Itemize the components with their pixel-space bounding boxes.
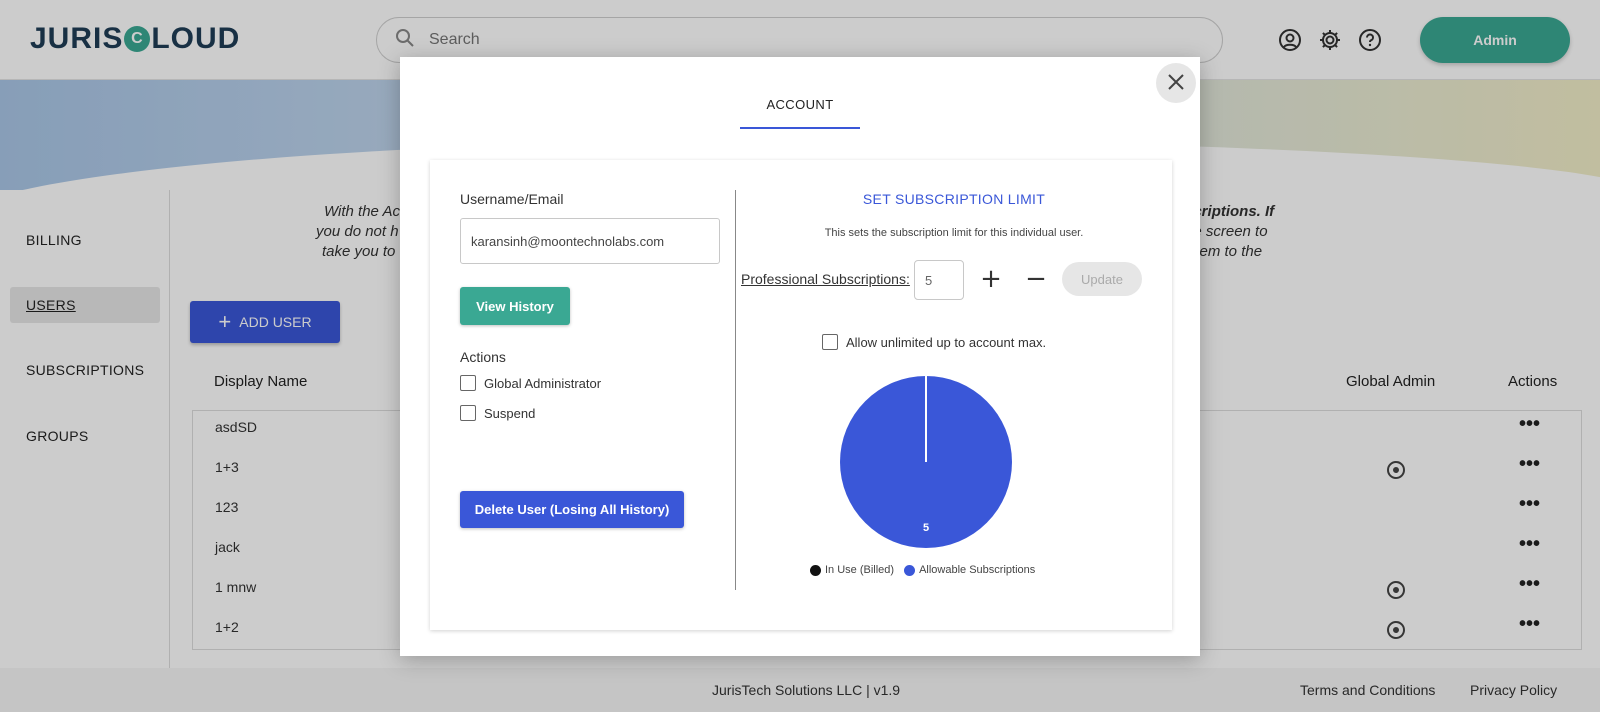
allow-unlimited-option[interactable]: Allow unlimited up to account max. [822,334,1046,350]
username-label: Username/Email [460,191,564,207]
allow-unlimited-checkbox[interactable] [822,334,838,350]
account-modal: ACCOUNT Username/Email View History Acti… [400,57,1200,656]
global-administrator-option[interactable]: Global Administrator [460,375,601,391]
professional-subscriptions-input[interactable] [914,260,964,300]
legend-label-allowable: Allowable Subscriptions [919,564,1036,576]
professional-subscriptions-label: Professional Subscriptions: [741,271,910,287]
chart-legend: In Use (Billed) Allowable Subscriptions [810,564,1035,576]
suspend-option[interactable]: Suspend [460,405,535,421]
column-divider [735,190,736,590]
global-administrator-checkbox[interactable] [460,375,476,391]
global-administrator-label: Global Administrator [484,375,602,391]
suspend-label: Suspend [484,405,536,421]
pie-data-label: 5 [923,522,929,534]
subscription-pie-chart: 5 [840,376,1012,548]
set-subscription-limit-description: This sets the subscription limit for thi… [824,227,1084,239]
update-button[interactable]: Update [1062,262,1142,296]
legend-label-in-use: In Use (Billed) [825,564,895,576]
view-history-button[interactable]: View History [460,287,570,325]
legend-swatch-allowable [904,564,916,576]
legend-item-allowable[interactable]: Allowable Subscriptions [904,564,1035,576]
close-button[interactable] [1156,63,1196,103]
email-field[interactable] [460,218,720,264]
tab-account[interactable]: ACCOUNT [740,97,860,129]
actions-label: Actions [460,349,506,365]
allow-unlimited-label: Allow unlimited up to account max. [846,334,1047,350]
legend-item-in-use[interactable]: In Use (Billed) [810,564,894,576]
decrement-button[interactable]: − [1021,264,1051,294]
close-icon [1167,73,1185,94]
set-subscription-limit-title: SET SUBSCRIPTION LIMIT [862,191,1046,207]
delete-user-button[interactable]: Delete User (Losing All History) [460,491,684,528]
suspend-checkbox[interactable] [460,405,476,421]
increment-button[interactable]: + [976,264,1006,294]
legend-swatch-in-use [810,564,821,576]
account-card: Username/Email View History Actions Glob… [430,160,1172,630]
